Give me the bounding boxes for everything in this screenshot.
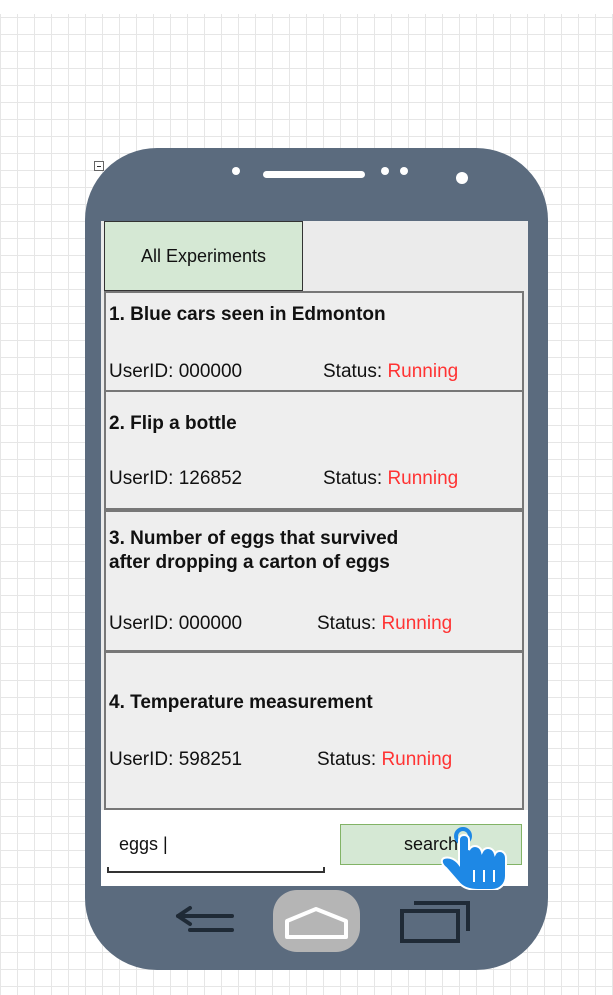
- search-input[interactable]: [107, 825, 327, 863]
- canvas-top-margin: [0, 0, 613, 14]
- experiment-user: UserID: 126852: [109, 468, 243, 489]
- experiment-card[interactable]: 4. Temperature measurement UserID: 59825…: [104, 651, 524, 810]
- experiment-user: UserID: 000000: [109, 613, 243, 634]
- tab-all-experiments[interactable]: All Experiments: [104, 221, 303, 291]
- home-icon: [285, 907, 348, 939]
- experiment-status: Status: Running: [323, 361, 459, 382]
- experiment-status: Status: Running: [323, 468, 459, 489]
- recent-apps-icon[interactable]: [398, 897, 472, 943]
- sensor-dot-icon: [232, 167, 240, 175]
- experiment-title: 3. Number of eggs that survived after dr…: [109, 528, 399, 573]
- experiment-title: 1. Blue cars seen in Edmonton: [109, 304, 386, 325]
- home-button[interactable]: [273, 890, 360, 952]
- collapse-toggle-icon[interactable]: [94, 161, 104, 171]
- hand-pointer-icon: [440, 827, 507, 890]
- experiment-title: 2. Flip a bottle: [109, 413, 237, 434]
- experiment-card[interactable]: 2. Flip a bottle UserID: 126852 Status: …: [104, 390, 524, 510]
- experiment-status: Status: Running: [317, 613, 453, 634]
- experiment-card[interactable]: 1. Blue cars seen in Edmonton UserID: 00…: [104, 291, 524, 392]
- experiment-title: 4. Temperature measurement: [109, 692, 373, 713]
- experiment-status: Status: Running: [317, 749, 453, 770]
- sensor-dot-icon: [400, 167, 408, 175]
- sensor-dot-icon: [381, 167, 389, 175]
- input-underline: [107, 867, 325, 873]
- experiment-card[interactable]: 3. Number of eggs that survived after dr…: [104, 510, 524, 652]
- experiment-user: UserID: 598251: [109, 749, 243, 770]
- status-running: Running: [381, 749, 453, 770]
- back-arrow-icon[interactable]: [170, 898, 240, 938]
- speaker-icon: [263, 171, 365, 178]
- status-running: Running: [387, 361, 459, 382]
- status-running: Running: [387, 468, 459, 489]
- status-running: Running: [381, 613, 453, 634]
- tab-label: All Experiments: [140, 245, 267, 266]
- camera-icon: [456, 172, 468, 184]
- experiment-user: UserID: 000000: [109, 361, 243, 382]
